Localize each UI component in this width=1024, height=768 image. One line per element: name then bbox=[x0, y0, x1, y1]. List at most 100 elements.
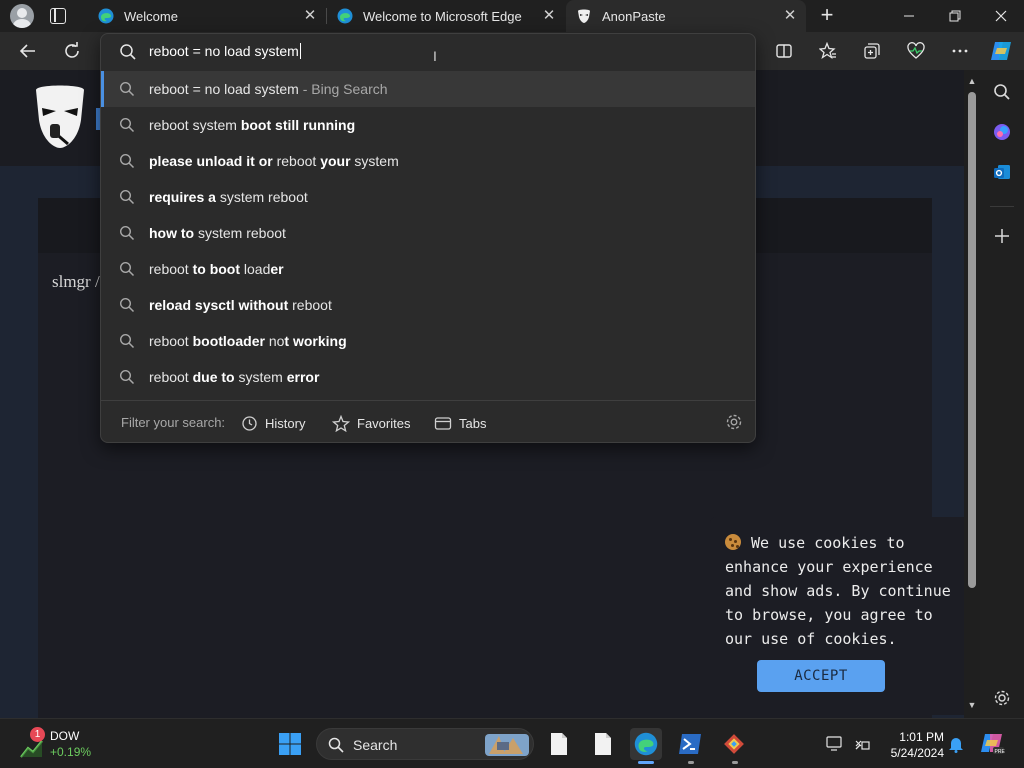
history-icon bbox=[242, 415, 257, 431]
close-icon[interactable]: ✕ bbox=[782, 8, 798, 24]
taskbar-file-2[interactable] bbox=[587, 728, 619, 760]
close-window-button[interactable] bbox=[978, 0, 1024, 32]
i-beam-cursor-icon: I bbox=[433, 48, 437, 64]
favorites-button[interactable] bbox=[813, 36, 843, 66]
suggestion-text-part: system reboot bbox=[219, 189, 308, 205]
address-bar[interactable]: reboot = no load system I bbox=[101, 34, 755, 71]
collections-button[interactable] bbox=[857, 36, 887, 66]
suggestion-item[interactable]: reboot to boot loader bbox=[101, 251, 755, 287]
tab-welcome-edge[interactable]: Welcome to Microsoft Edge ✕ bbox=[327, 0, 565, 32]
refresh-icon bbox=[65, 42, 79, 58]
scrollbar-thumb[interactable] bbox=[968, 92, 976, 588]
suggestion-text-part: reboot bbox=[149, 333, 193, 349]
document-icon bbox=[595, 733, 611, 755]
suggestion-item[interactable]: requires a system reboot bbox=[101, 179, 755, 215]
suggestion-item[interactable]: please unload it or reboot your system bbox=[101, 143, 755, 179]
suggestion-item[interactable]: reboot due to system error bbox=[101, 359, 755, 395]
address-input[interactable]: reboot = no load system bbox=[149, 43, 301, 59]
search-icon bbox=[119, 189, 135, 205]
windows-taskbar: 1 DOW +0.19% Search 1:01 PM 5/24/2024 PR… bbox=[0, 718, 1024, 768]
suggestion-text-part: reboot bbox=[276, 153, 321, 169]
split-screen-button[interactable] bbox=[769, 36, 799, 66]
tab-title: Welcome to Microsoft Edge bbox=[363, 8, 522, 24]
address-bar-dropdown: reboot = no load system I reboot = no lo… bbox=[100, 33, 756, 443]
sidebar-outlook-button[interactable] bbox=[988, 158, 1016, 186]
monitor-icon bbox=[826, 736, 842, 751]
sidebar-settings-button[interactable] bbox=[988, 684, 1016, 712]
plus-icon bbox=[995, 229, 1009, 243]
suggestion-item[interactable]: reload sysctl without reboot bbox=[101, 287, 755, 323]
star-icon bbox=[332, 414, 350, 432]
copilot-button[interactable] bbox=[986, 36, 1016, 66]
minimize-button[interactable] bbox=[886, 0, 932, 32]
copilot-icon: PRE bbox=[981, 734, 1006, 755]
taskbar-file-1[interactable] bbox=[543, 728, 575, 760]
running-indicator bbox=[688, 761, 694, 764]
anonpaste-logo-icon[interactable] bbox=[34, 84, 86, 150]
taskbar-search[interactable]: Search bbox=[316, 728, 534, 760]
active-indicator bbox=[638, 761, 654, 764]
system-clock[interactable]: 1:01 PM 5/24/2024 bbox=[884, 729, 944, 761]
stock-widget[interactable]: 1 DOW +0.19% bbox=[18, 727, 108, 763]
browser-essentials-button[interactable] bbox=[901, 36, 931, 66]
mask-icon bbox=[578, 9, 590, 23]
sidebar-copilot-button[interactable] bbox=[988, 118, 1016, 146]
suggestion-text-part: reboot bbox=[149, 369, 193, 385]
suggestion-item[interactable]: reboot system boot still running bbox=[101, 107, 755, 143]
refresh-button[interactable] bbox=[57, 36, 87, 66]
notifications-button[interactable] bbox=[942, 728, 970, 760]
suggestion-text: how to system reboot bbox=[149, 225, 286, 241]
collections-icon bbox=[864, 43, 880, 59]
cookie-text: We use cookies to enhance your experienc… bbox=[725, 534, 951, 648]
suggestion-text-part: requires a bbox=[149, 189, 220, 205]
page-scrollbar[interactable]: ▲ ▼ bbox=[964, 70, 980, 718]
suggestion-text-part: to boot bbox=[192, 261, 244, 277]
notification-badge: 1 bbox=[30, 727, 45, 742]
taskbar-powershell[interactable] bbox=[674, 728, 706, 760]
scroll-up-arrow-icon[interactable]: ▲ bbox=[967, 76, 977, 86]
tab-actions-icon[interactable] bbox=[50, 8, 66, 24]
selection-indicator bbox=[101, 71, 104, 107]
tabs-icon bbox=[434, 417, 452, 430]
suggestion-text-part: reboot bbox=[292, 297, 332, 313]
scroll-down-arrow-icon[interactable]: ▼ bbox=[967, 700, 977, 710]
edge-icon bbox=[337, 8, 353, 24]
tab-welcome[interactable]: Welcome ✕ bbox=[88, 0, 326, 32]
tray-network-icon[interactable] bbox=[849, 728, 877, 760]
close-icon bbox=[995, 10, 1007, 22]
suggestion-item[interactable]: reboot bootloader not working bbox=[101, 323, 755, 359]
copilot-icon bbox=[991, 42, 1011, 60]
tab-strip: Welcome ✕ Welcome to Microsoft Edge ✕ An… bbox=[0, 0, 1024, 32]
tab-anonpaste[interactable]: AnonPaste ✕ bbox=[566, 0, 806, 32]
suggestion-text-part: no bbox=[268, 333, 285, 349]
accept-cookies-button[interactable]: ACCEPT bbox=[757, 660, 885, 692]
outlook-icon bbox=[994, 165, 1010, 179]
suggestion-text: please unload it or reboot your system bbox=[149, 153, 399, 169]
filter-history-button[interactable]: History bbox=[241, 410, 305, 436]
close-icon[interactable]: ✕ bbox=[541, 8, 557, 24]
suggestion-text: reboot to boot loader bbox=[149, 261, 284, 277]
favorites-star-icon bbox=[819, 42, 836, 60]
suggestion-item[interactable]: reboot = no load system - Bing Search bbox=[101, 71, 755, 107]
taskbar-app-tool[interactable] bbox=[718, 728, 750, 760]
tab-title: Welcome bbox=[124, 8, 178, 24]
suggestion-text-part: reload sysctl without bbox=[149, 297, 293, 313]
svg-text:PRE: PRE bbox=[995, 749, 1006, 755]
profile-avatar[interactable] bbox=[10, 4, 34, 28]
close-icon[interactable]: ✕ bbox=[302, 8, 318, 24]
copilot-taskbar-button[interactable]: PRE bbox=[976, 728, 1008, 760]
restore-button[interactable] bbox=[932, 0, 978, 32]
sidebar-add-button[interactable] bbox=[988, 222, 1016, 250]
network-icon bbox=[855, 740, 870, 750]
taskbar-edge[interactable] bbox=[630, 728, 662, 760]
start-button[interactable] bbox=[274, 728, 306, 760]
sidebar-search-button[interactable] bbox=[988, 78, 1016, 106]
filter-favorites-button[interactable]: Favorites bbox=[332, 410, 410, 436]
tray-display-icon[interactable] bbox=[821, 728, 849, 760]
back-button[interactable] bbox=[13, 36, 43, 66]
suggestion-item[interactable]: how to system reboot bbox=[101, 215, 755, 251]
new-tab-button[interactable]: + bbox=[814, 3, 840, 29]
more-options-button[interactable] bbox=[945, 36, 975, 66]
gear-icon[interactable] bbox=[725, 413, 743, 431]
filter-tabs-button[interactable]: Tabs bbox=[434, 410, 486, 436]
